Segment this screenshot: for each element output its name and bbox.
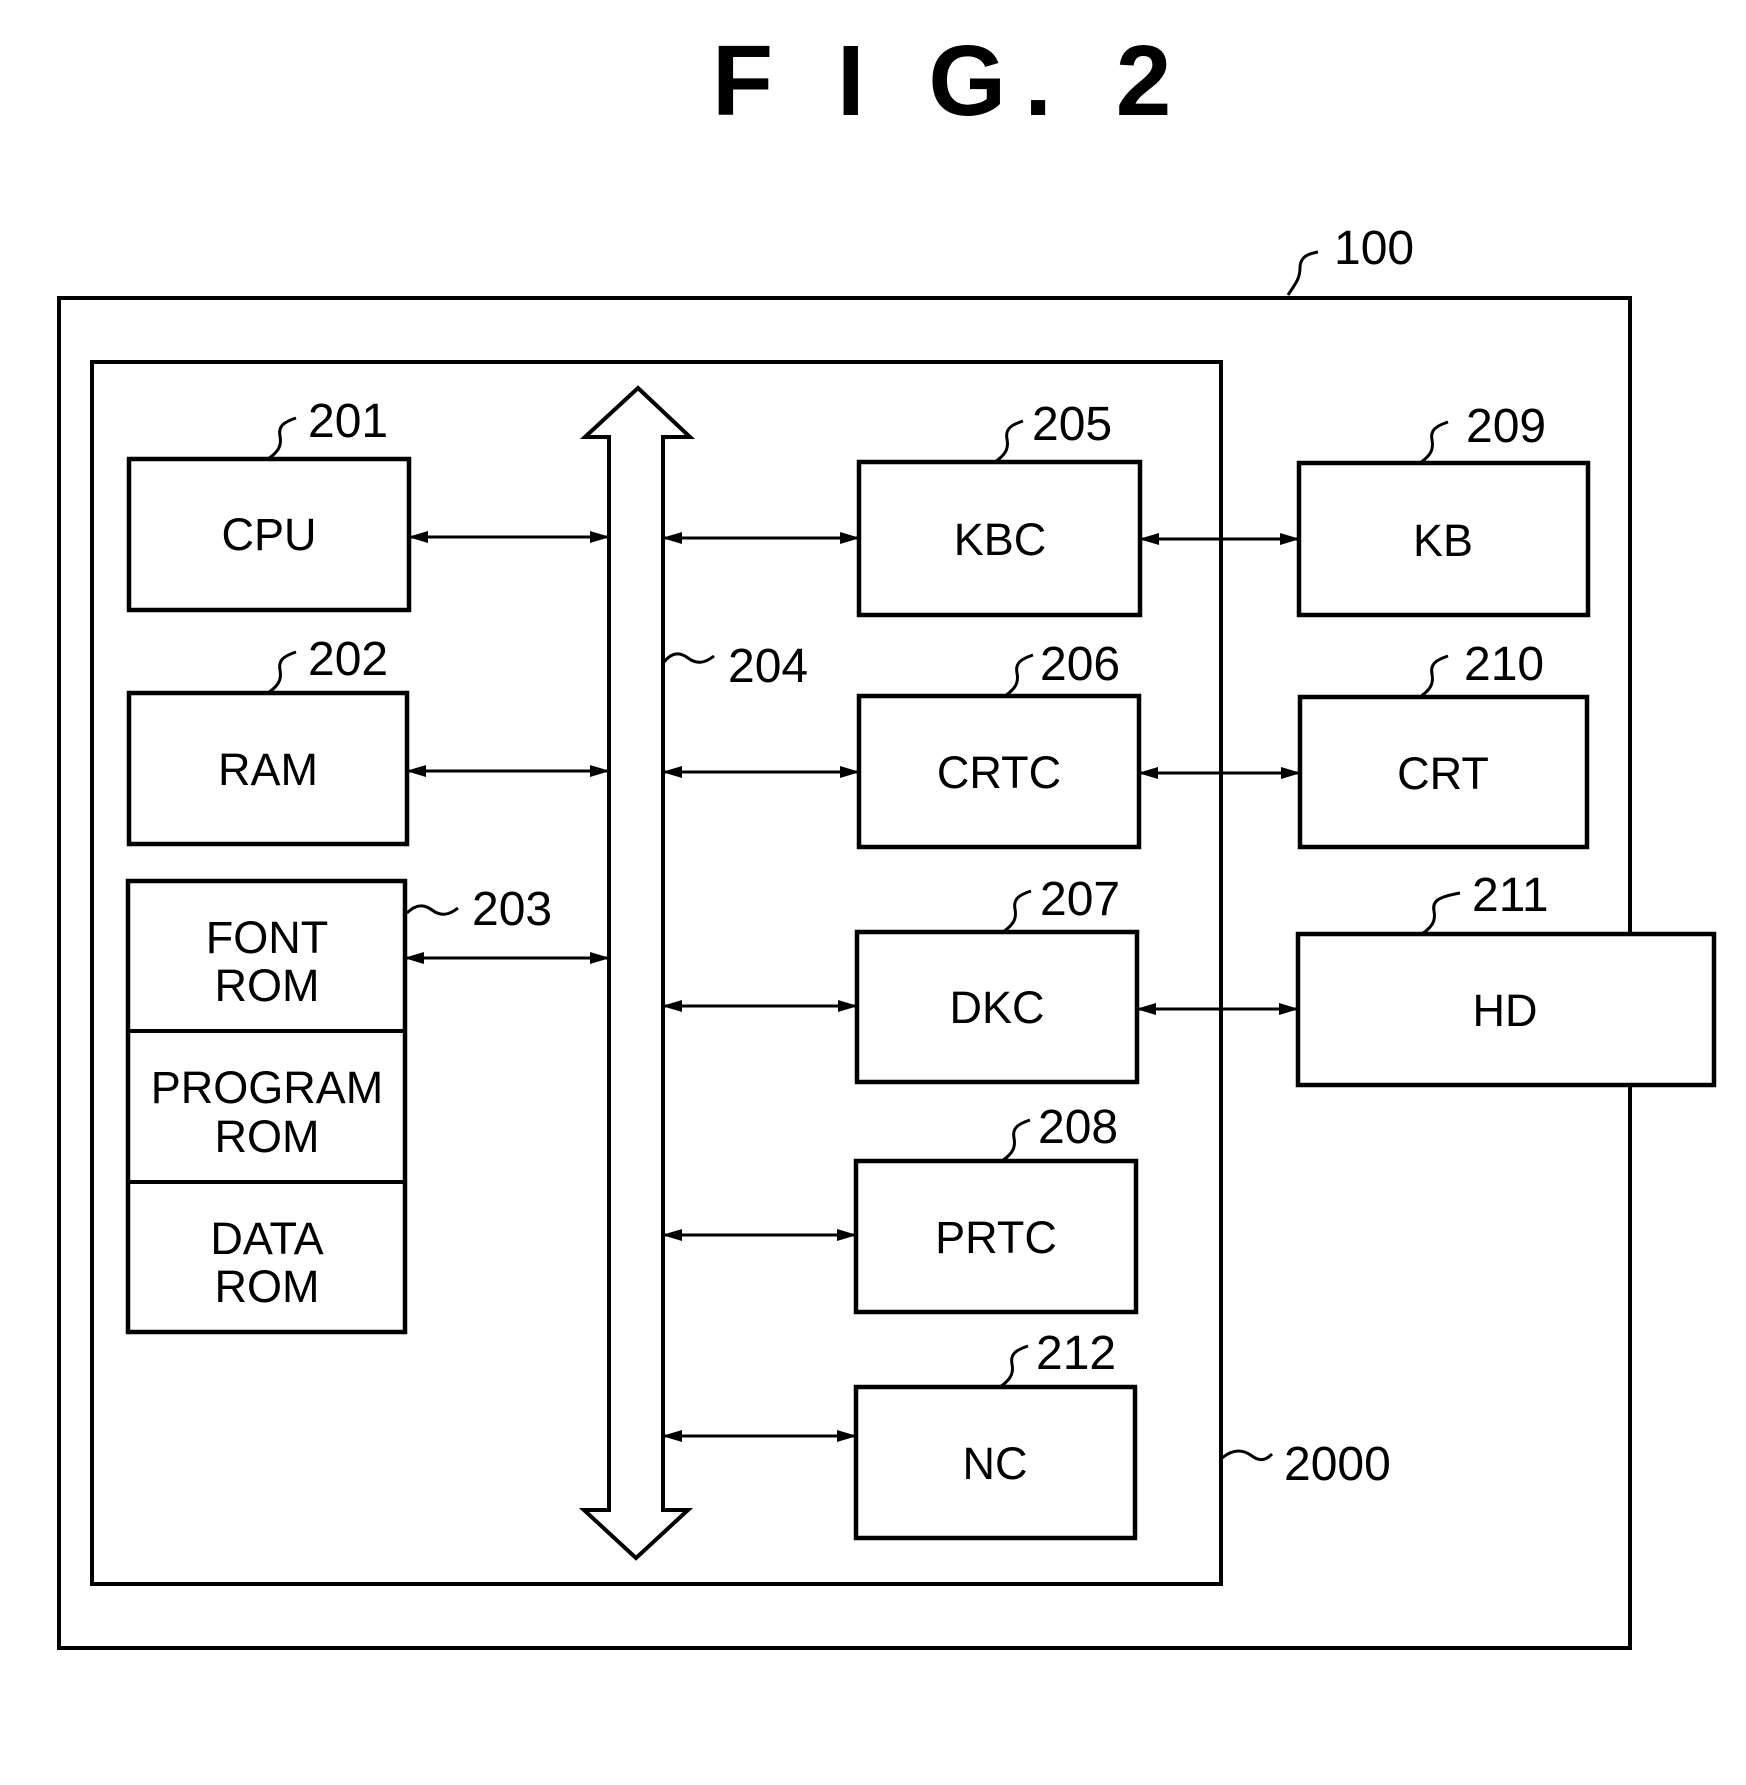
data-rom-label-line1: DATA	[210, 1213, 323, 1264]
label-212: 212	[1036, 1327, 1116, 1380]
leader-211	[1421, 891, 1461, 936]
ram-label: RAM	[218, 744, 318, 795]
font-rom-label-line2: ROM	[215, 960, 320, 1011]
hd-label: HD	[1473, 985, 1538, 1036]
font-rom-label-line1: FONT	[206, 912, 328, 963]
program-rom-label-line2: ROM	[215, 1111, 320, 1162]
leader-210	[1419, 654, 1449, 699]
label-207: 207	[1040, 873, 1120, 926]
crtc-label: CRTC	[937, 747, 1061, 798]
cpu-label: CPU	[221, 509, 316, 560]
label-211: 211	[1472, 869, 1549, 922]
block-diagram: F I G. 2 100 2000 204 CPU 201 RAM 202 FO…	[57, 25, 1717, 1650]
data-rom-label-line2: ROM	[215, 1261, 320, 1312]
leader-206	[1004, 653, 1034, 698]
leader-2000	[1221, 1449, 1274, 1462]
dkc-label: DKC	[949, 982, 1044, 1033]
label-204: 204	[728, 640, 808, 693]
label-206: 206	[1040, 638, 1120, 691]
figure-title: F I G. 2	[712, 25, 1189, 137]
crt-label: CRT	[1397, 748, 1489, 799]
system-bus-204	[578, 385, 696, 1561]
leader-203	[405, 904, 459, 916]
label-201: 201	[308, 395, 388, 448]
label-210: 210	[1464, 638, 1544, 691]
kbc-label: KBC	[954, 514, 1047, 565]
leader-207	[1002, 889, 1032, 934]
leader-202	[267, 650, 297, 695]
label-208: 208	[1038, 1101, 1118, 1154]
leader-208	[1001, 1118, 1031, 1163]
label-100: 100	[1334, 222, 1414, 275]
label-203: 203	[472, 883, 552, 936]
leader-201	[267, 416, 297, 461]
nc-label: NC	[963, 1438, 1028, 1489]
leader-204	[662, 652, 715, 664]
leader-212	[999, 1344, 1029, 1389]
prtc-label: PRTC	[935, 1212, 1057, 1263]
label-202: 202	[308, 633, 388, 686]
leader-100	[1286, 250, 1319, 296]
program-rom-label-line1: PROGRAM	[151, 1062, 384, 1113]
kb-label: KB	[1413, 515, 1473, 566]
leader-205	[994, 419, 1024, 464]
label-2000: 2000	[1284, 1438, 1391, 1491]
leader-209	[1419, 420, 1449, 465]
label-205: 205	[1032, 398, 1112, 451]
label-209: 209	[1466, 400, 1546, 453]
